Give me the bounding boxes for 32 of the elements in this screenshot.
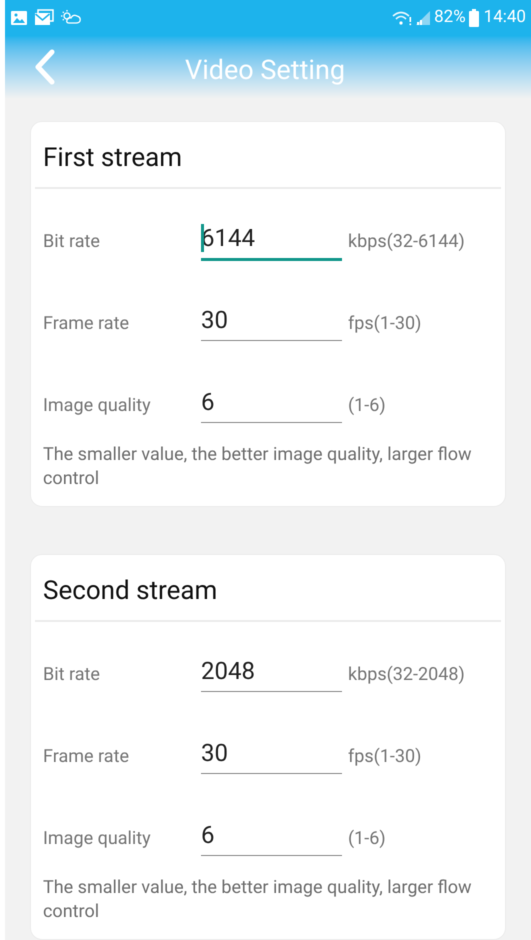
weather-icon <box>60 10 82 26</box>
battery-percentage: 82% <box>434 6 466 30</box>
input-field[interactable]: 6144 <box>201 221 342 261</box>
signal-icon <box>415 10 432 26</box>
battery-icon <box>468 8 479 27</box>
mail-icon <box>34 9 54 26</box>
unit-hint: fps(1-30) <box>348 745 422 769</box>
gallery-icon <box>10 10 28 26</box>
unit-hint: fps(1-30) <box>348 312 422 336</box>
field-label: Bit rate <box>43 230 101 254</box>
field-label: Image quality <box>43 827 152 851</box>
wifi-icon <box>392 10 412 26</box>
input-field[interactable]: 30 <box>201 736 342 774</box>
unit-hint: (1-6) <box>348 394 386 418</box>
note-text: The smaller value, the better image quality, larger flow control <box>42 443 473 491</box>
card-title: First stream <box>42 142 184 175</box>
unit-hint: kbps(32-2048) <box>348 663 465 687</box>
input-field[interactable]: 6 <box>201 385 342 423</box>
input-field[interactable]: 30 <box>201 303 342 341</box>
note-text: The smaller value, the better image quality, larger flow control <box>42 876 473 924</box>
input-field[interactable]: 6 <box>201 818 342 856</box>
unit-hint: (1-6) <box>348 827 386 851</box>
field-label: Image quality <box>43 394 152 418</box>
card-title: Second stream <box>42 575 218 608</box>
field-label: Frame rate <box>43 745 130 769</box>
field-label: Bit rate <box>43 663 101 687</box>
field-label: Frame rate <box>43 312 130 336</box>
page-title: Video Setting <box>185 52 346 88</box>
clock: 14:40 <box>484 6 526 30</box>
text-cursor <box>201 224 204 252</box>
unit-hint: kbps(32-6144) <box>348 230 465 254</box>
input-field[interactable]: 2048 <box>201 654 342 692</box>
